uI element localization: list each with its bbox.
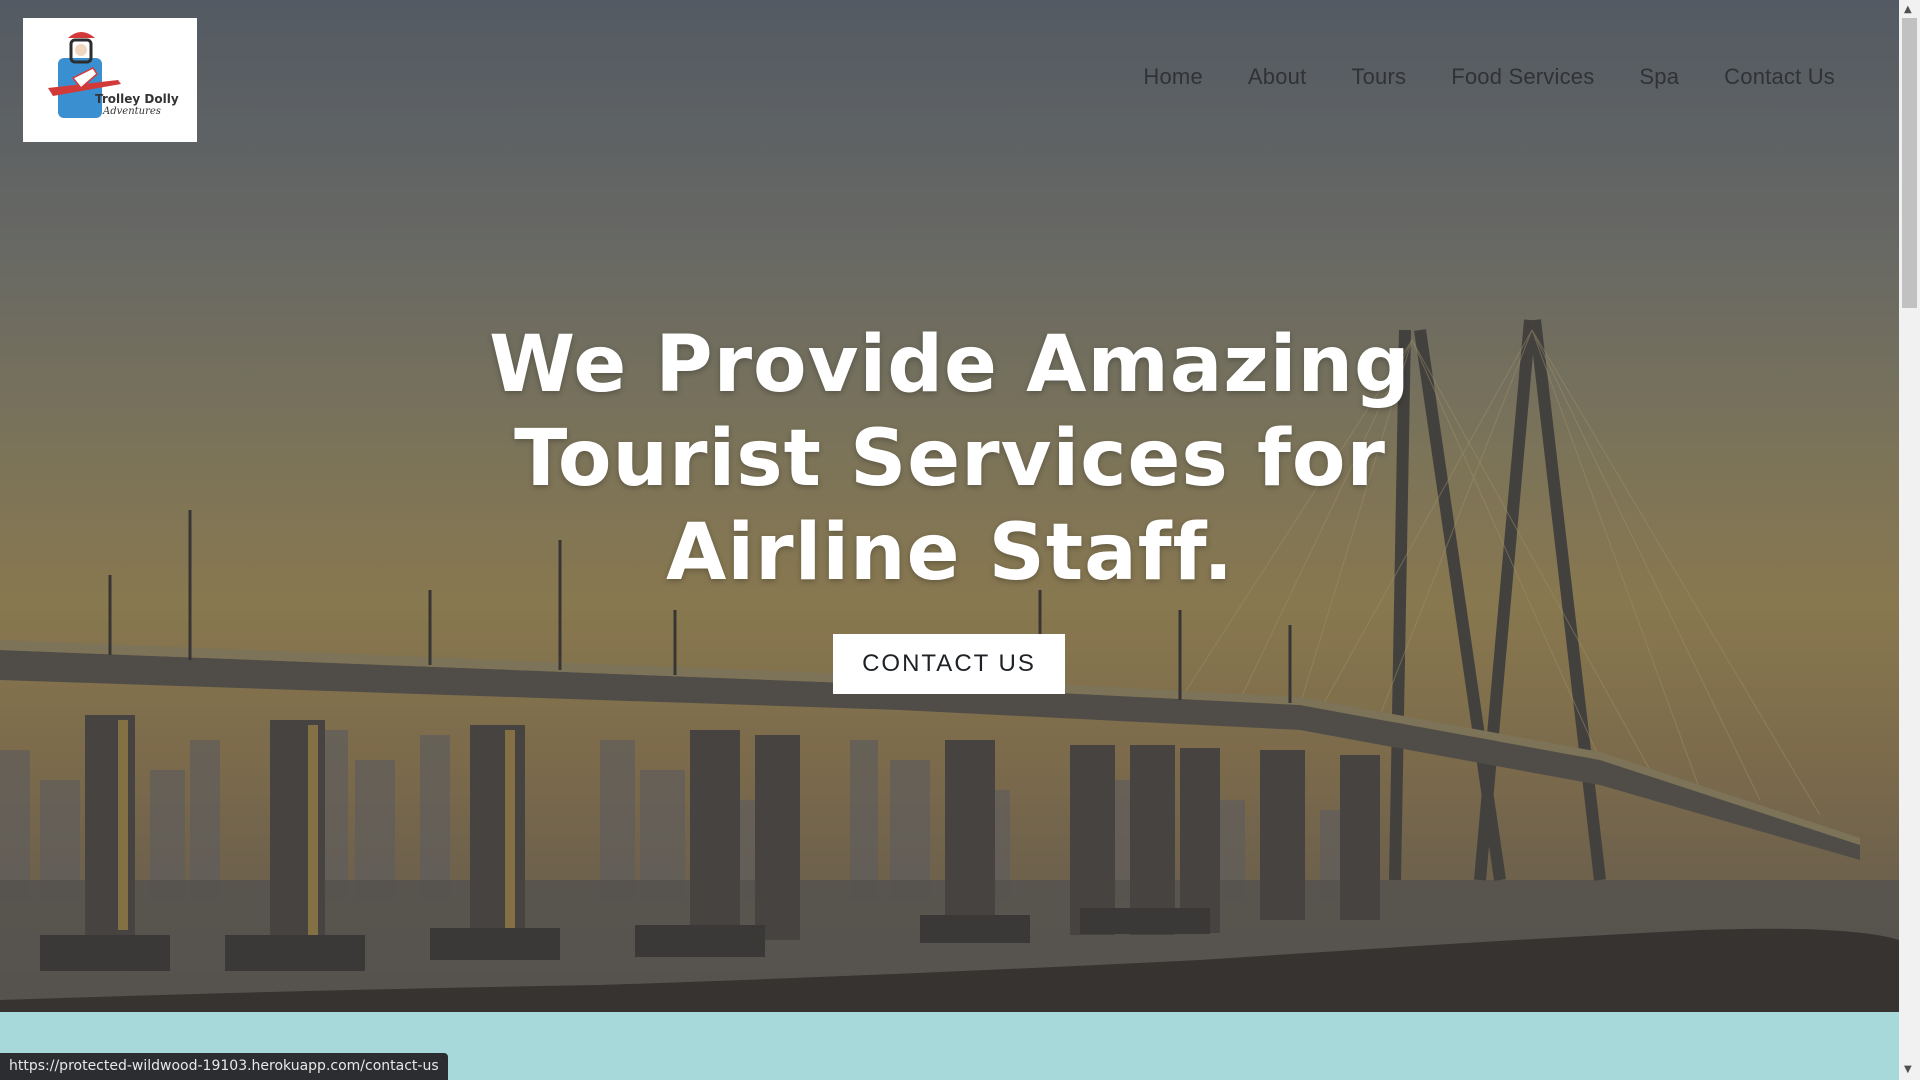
link-status-bar: https://protected-wildwood-19103.herokua… [0,1053,448,1080]
hero-headline: We Provide Amazing Tourist Services for … [380,318,1520,600]
nav-link-home[interactable]: Home [1143,64,1203,90]
page: Trolley Dolly Adventures Home About Tour… [0,0,1899,1080]
site-logo[interactable]: Trolley Dolly Adventures [23,18,197,142]
nav-link-about[interactable]: About [1248,64,1307,90]
logo-title: Trolley Dolly [95,92,179,106]
hero-headline-line-2: Tourist Services for [514,414,1386,504]
hero-headline-line-3: Airline Staff. [666,508,1234,598]
contact-us-button[interactable]: CONTACT US [833,634,1065,694]
hero-headline-line-1: We Provide Amazing [489,320,1411,410]
suitcase-plane-logo-icon [48,32,121,118]
nav-link-spa[interactable]: Spa [1639,64,1679,90]
scroll-down-arrow-icon[interactable]: ▼ [1904,1064,1912,1075]
scroll-up-arrow-icon[interactable]: ▲ [1904,4,1912,15]
main-navigation: Home About Tours Food Services Spa Conta… [1143,64,1835,90]
nav-link-food-services[interactable]: Food Services [1451,64,1594,90]
logo-subtitle: Adventures [103,106,161,117]
nav-link-tours[interactable]: Tours [1351,64,1406,90]
scrollbar-thumb[interactable] [1902,18,1917,308]
vertical-scrollbar[interactable]: ▲ ▼ [1899,0,1920,1080]
nav-link-contact-us[interactable]: Contact Us [1724,64,1835,90]
